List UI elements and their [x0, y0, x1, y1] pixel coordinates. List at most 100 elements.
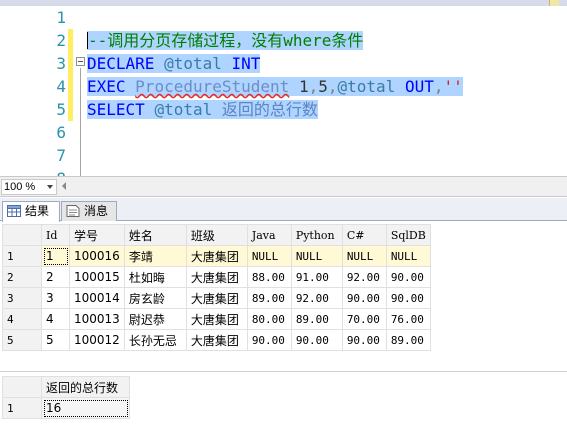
cell[interactable]: 90.00	[246, 329, 292, 351]
tab-messages[interactable]: 消息	[61, 201, 117, 221]
cell[interactable]: 大唐集团	[185, 287, 248, 309]
sql-comment: --调用分页存储过程，没有where条件	[88, 31, 364, 50]
row-number[interactable]: 5	[2, 329, 42, 351]
grid-separator[interactable]	[0, 371, 567, 372]
cell[interactable]: 尉迟恭	[123, 308, 187, 330]
tab-messages-label: 消息	[84, 204, 109, 218]
cell[interactable]: 大唐集团	[185, 245, 248, 267]
fold-guide-line	[80, 68, 81, 176]
cell[interactable]: 2	[41, 266, 70, 288]
arg-page: 1	[298, 77, 309, 96]
arg-size: 5	[318, 77, 328, 96]
cell[interactable]: 长孙无忌	[123, 329, 187, 351]
cell[interactable]: 大唐集团	[185, 266, 248, 288]
cell[interactable]: 80.00	[246, 308, 292, 330]
cell[interactable]: 李靖	[123, 245, 187, 267]
cell[interactable]: NULL	[246, 245, 292, 267]
cell[interactable]: 100012	[69, 329, 125, 351]
line-number: 3	[56, 54, 66, 73]
row-number[interactable]: 3	[2, 287, 42, 309]
cell[interactable]: 100013	[69, 308, 125, 330]
column-header-student-no[interactable]: 学号	[69, 224, 125, 246]
editor-status-strip: 100 %	[0, 176, 567, 197]
cell[interactable]: 房玄龄	[123, 287, 187, 309]
table-row[interactable]: 5 5 100012 长孙无忌 大唐集团 90.00 90.00 90.00 8…	[2, 329, 431, 351]
column-header-name[interactable]: 姓名	[123, 224, 187, 246]
cell[interactable]: 1	[41, 245, 70, 267]
cell[interactable]: 76.00	[385, 308, 431, 330]
cell[interactable]: 100014	[69, 287, 125, 309]
row-number[interactable]: 4	[2, 308, 42, 330]
cell[interactable]: NULL	[385, 245, 431, 267]
line-number: 1	[56, 8, 66, 27]
fold-toggle-icon[interactable]	[76, 57, 85, 66]
corner-header[interactable]	[2, 376, 42, 398]
zoom-select[interactable]: 100 %	[1, 179, 57, 195]
row-number[interactable]: 1	[2, 397, 42, 419]
tab-results-label: 结果	[25, 204, 50, 218]
cell[interactable]: 100015	[69, 266, 125, 288]
column-header-java[interactable]: Java	[246, 224, 292, 246]
cell[interactable]: 92.00	[290, 287, 343, 309]
cell[interactable]: NULL	[290, 245, 343, 267]
cell[interactable]: 90.00	[341, 329, 387, 351]
cell[interactable]: 90.00	[385, 266, 431, 288]
cell[interactable]: NULL	[341, 245, 387, 267]
cell[interactable]: 90.00	[290, 329, 343, 351]
cell[interactable]: 5	[41, 329, 70, 351]
change-indicator-bar	[68, 29, 73, 121]
code-line-3[interactable]: DECLARE @total INT	[87, 52, 261, 75]
keyword-exec: EXEC	[87, 77, 126, 96]
cell[interactable]: 91.00	[290, 266, 343, 288]
table-row[interactable]: 3 3 100014 房玄龄 大唐集团 89.00 92.00 90.00 90…	[2, 287, 431, 309]
total-results-grid[interactable]: 返回的总行数 1 16	[2, 376, 130, 419]
cell[interactable]: 89.00	[290, 308, 343, 330]
table-row[interactable]: 1 16	[2, 397, 130, 419]
line-number-gutter: 1 2 3 4 5 6 7 8	[0, 6, 68, 176]
cell[interactable]: 大唐集团	[185, 329, 248, 351]
line-number: 8	[0, 167, 66, 176]
variable-total: @total	[337, 77, 396, 96]
cell[interactable]: 3	[41, 287, 70, 309]
cell[interactable]: 70.00	[341, 308, 387, 330]
code-line-2[interactable]: --调用分页存储过程，没有where条件	[87, 29, 364, 52]
column-header-sqldb[interactable]: SqlDB	[385, 224, 431, 246]
table-row[interactable]: 2 2 100015 杜如晦 大唐集团 88.00 91.00 92.00 90…	[2, 266, 431, 288]
column-header-total-rows[interactable]: 返回的总行数	[41, 376, 130, 398]
line-number: 7	[56, 146, 66, 165]
chevron-down-icon[interactable]	[47, 185, 53, 189]
column-header-python[interactable]: Python	[290, 224, 343, 246]
cell[interactable]: 89.00	[385, 329, 431, 351]
column-alias: 返回的总行数	[221, 100, 318, 119]
cell[interactable]: 90.00	[341, 287, 387, 309]
header-row: 返回的总行数	[2, 376, 130, 398]
cell[interactable]: 92.00	[341, 266, 387, 288]
cell[interactable]: 89.00	[246, 287, 292, 309]
line-number: 2	[56, 31, 66, 50]
variable-total: @total	[154, 100, 213, 119]
column-header-class[interactable]: 班级	[185, 224, 248, 246]
cell[interactable]: 大唐集团	[185, 308, 248, 330]
scroll-left-icon[interactable]	[62, 182, 66, 190]
column-header-csharp[interactable]: C#	[341, 224, 387, 246]
cell[interactable]: 90.00	[385, 287, 431, 309]
student-results-grid[interactable]: Id 学号 姓名 班级 Java Python C# SqlDB 1 1 100…	[2, 224, 431, 351]
code-line-5[interactable]: SELECT @total 返回的总行数	[87, 98, 318, 121]
table-row[interactable]: 4 4 100013 尉迟恭 大唐集团 80.00 89.00 70.00 76…	[2, 308, 431, 330]
cell[interactable]: 100016	[69, 245, 125, 267]
tab-results[interactable]: 结果	[2, 201, 60, 222]
results-tab-bar: 结果 消息	[0, 198, 567, 222]
corner-header[interactable]	[2, 224, 42, 246]
row-number[interactable]: 2	[2, 266, 42, 288]
column-header-id[interactable]: Id	[41, 224, 70, 246]
table-row[interactable]: 1 1 100016 李靖 大唐集团 NULL NULL NULL NULL	[2, 245, 431, 267]
cell[interactable]: 杜如晦	[123, 266, 187, 288]
comma: ,	[327, 77, 338, 96]
total-value-cell[interactable]: 16	[41, 397, 130, 419]
cell[interactable]: 4	[41, 308, 70, 330]
code-line-4[interactable]: EXEC ProcedureStudent 1,5,@total OUT,''	[87, 75, 463, 98]
row-number[interactable]: 1	[2, 245, 42, 267]
keyword-out: OUT	[404, 77, 434, 96]
sql-editor[interactable]: 1 2 3 4 5 6 7 8 --调用分页存储过程，没有where条件 DEC…	[0, 0, 567, 176]
cell[interactable]: 88.00	[246, 266, 292, 288]
